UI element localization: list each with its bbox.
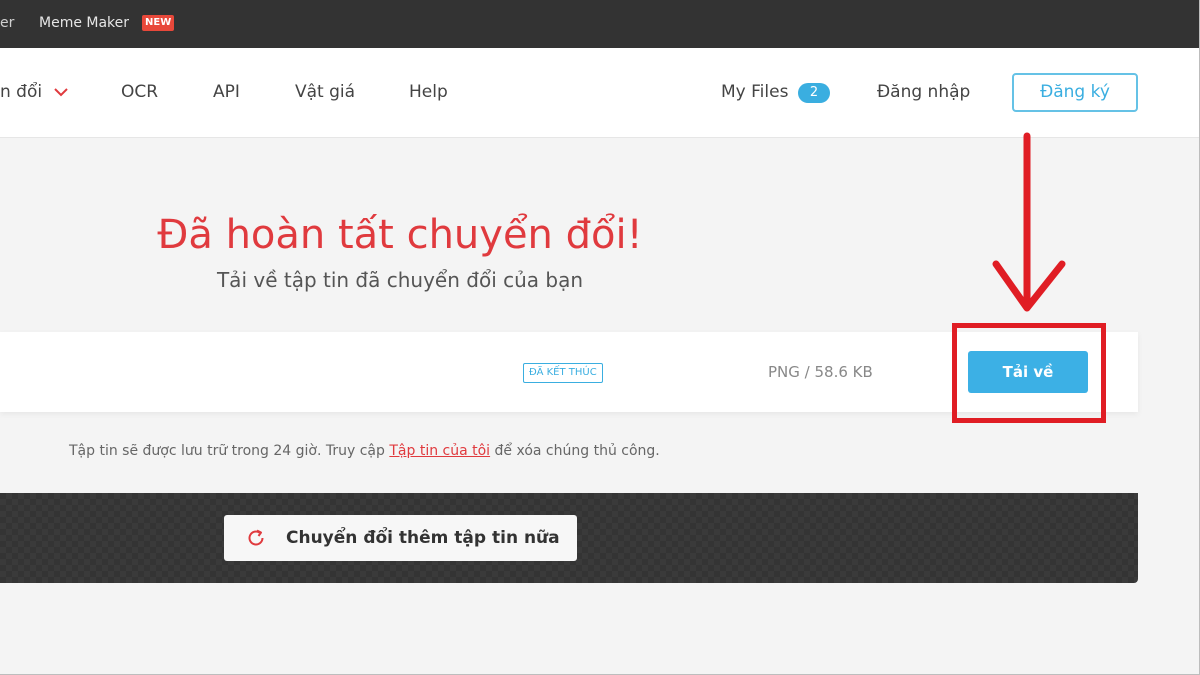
nav-ocr[interactable]: OCR [121,82,158,102]
nav-my-files[interactable]: My Files [721,82,788,102]
page-subtitle: Tải về tập tin đã chuyển đổi của bạn [216,268,584,292]
nav-help[interactable]: Help [409,82,448,102]
file-info: PNG / 58.6 KB [768,363,873,381]
my-files-link[interactable]: Tập tin của tôi [389,443,490,459]
arrow-down-icon [992,132,1066,312]
new-badge: NEW [142,15,175,31]
storage-note-text-end: để xóa chúng thủ công. [490,443,660,459]
refresh-icon [248,529,264,546]
meme-maker-link[interactable]: Meme Maker [39,15,129,31]
main-nav: n đổi OCR API Vật giá Help My Files 2 Đă… [0,48,1200,138]
annotation-highlight-box [952,323,1106,423]
signup-button[interactable]: Đăng ký [1012,73,1138,112]
nav-convert[interactable]: n đổi [0,82,42,102]
status-badge: ĐÃ KẾT THÚC [523,363,603,383]
my-files-count-badge: 2 [798,83,830,103]
page-title: Đã hoàn tất chuyển đổi! [157,212,643,258]
nav-pricing[interactable]: Vật giá [295,82,355,102]
topbar-cut-link[interactable]: er [0,15,14,31]
login-link[interactable]: Đăng nhập [877,82,970,102]
nav-api[interactable]: API [213,82,240,102]
bottom-panel: Chuyển đổi thêm tập tin nữa [0,493,1138,583]
storage-note-text: Tập tin sẽ được lưu trữ trong 24 giờ. Tr… [69,443,390,459]
storage-note: Tập tin sẽ được lưu trữ trong 24 giờ. Tr… [69,443,660,459]
convert-more-label: Chuyển đổi thêm tập tin nữa [286,528,560,548]
chevron-down-icon[interactable] [53,84,69,100]
convert-more-button[interactable]: Chuyển đổi thêm tập tin nữa [224,515,577,561]
top-bar: er Meme Maker NEW [0,0,1200,48]
